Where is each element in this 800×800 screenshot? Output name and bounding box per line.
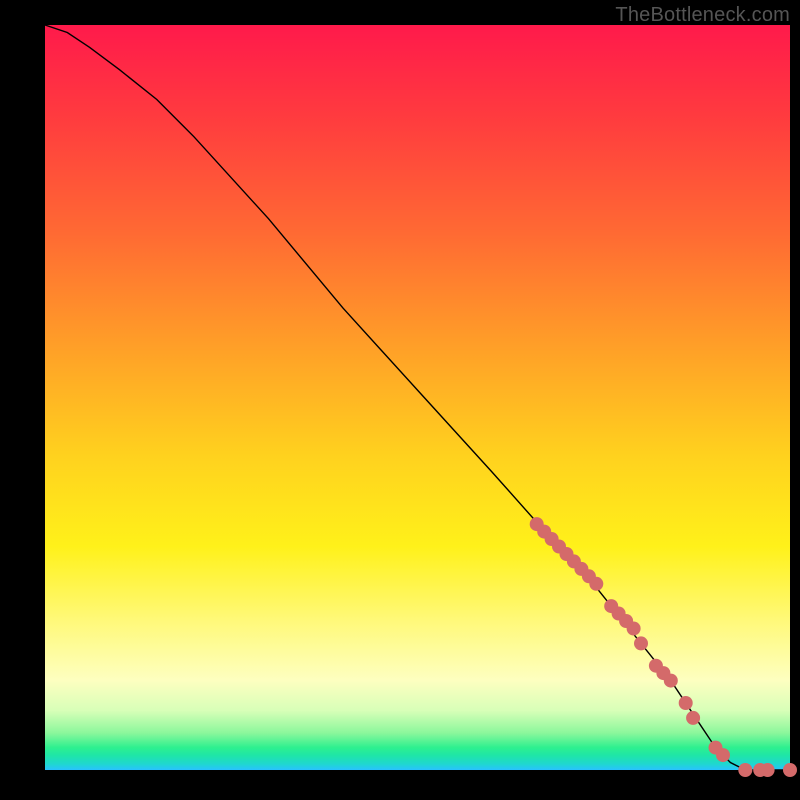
highlight-dot xyxy=(686,711,700,725)
chart-svg xyxy=(45,25,790,770)
highlight-dot xyxy=(634,636,648,650)
highlight-dot xyxy=(783,763,797,777)
highlight-dot xyxy=(738,763,752,777)
watermark-label: TheBottleneck.com xyxy=(615,4,790,27)
highlight-dot xyxy=(716,748,730,762)
highlight-dot xyxy=(627,622,641,636)
highlight-dot xyxy=(761,763,775,777)
highlight-dot xyxy=(679,696,693,710)
highlight-dots-group xyxy=(530,517,797,777)
highlight-dot xyxy=(589,577,603,591)
bottleneck-curve xyxy=(45,25,790,770)
highlight-dot xyxy=(664,674,678,688)
chart-frame: TheBottleneck.com xyxy=(0,0,800,800)
plot-area xyxy=(45,25,790,770)
